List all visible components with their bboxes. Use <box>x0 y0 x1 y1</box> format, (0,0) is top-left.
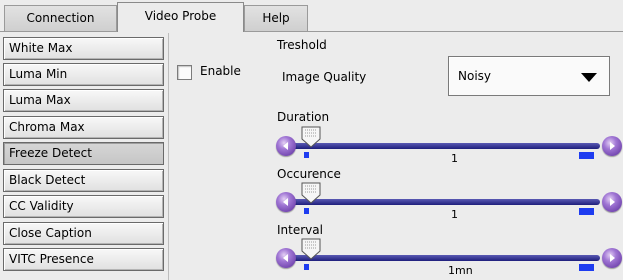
tab-divider <box>0 31 623 32</box>
interval-min-marker <box>304 264 309 270</box>
tab-video-probe[interactable]: Video Probe <box>117 2 244 32</box>
image-quality-value: Noisy <box>458 69 492 83</box>
arrow-left-icon[interactable] <box>276 192 296 212</box>
probe-list: White Max Luma Min Luma Max Chroma Max F… <box>0 33 169 280</box>
duration-track <box>288 143 600 149</box>
list-item-vitc-presence[interactable]: VITC Presence <box>3 248 164 271</box>
occurence-min-marker <box>304 208 309 214</box>
slider-thumb-icon[interactable] <box>300 126 322 148</box>
arrow-left-icon[interactable] <box>276 136 296 156</box>
list-item-black-detect[interactable]: Black Detect <box>3 169 164 192</box>
arrow-right-icon[interactable] <box>602 136 622 156</box>
interval-value: 1mn <box>448 264 473 277</box>
interval-max-marker <box>579 264 594 271</box>
occurence-label: Occurence <box>277 167 341 181</box>
occurence-track <box>288 199 600 205</box>
list-item-luma-max[interactable]: Luma Max <box>3 89 164 112</box>
slider-thumb-icon[interactable] <box>300 238 322 260</box>
occurence-max-marker <box>579 208 594 215</box>
image-quality-label: Image Quality <box>282 70 367 84</box>
enable-checkbox[interactable] <box>177 65 192 80</box>
tab-help[interactable]: Help <box>244 5 308 31</box>
triangle-down-icon <box>581 73 597 82</box>
arrow-right-icon[interactable] <box>602 192 622 212</box>
arrow-left-icon[interactable] <box>276 248 296 268</box>
list-item-cc-validity[interactable]: CC Validity <box>3 195 164 218</box>
occurence-value: 1 <box>451 208 458 221</box>
tab-bar: Connection Video Probe Help <box>0 0 623 32</box>
slider-thumb-icon[interactable] <box>300 182 322 204</box>
duration-min-marker <box>304 152 309 158</box>
list-item-white-max[interactable]: White Max <box>3 37 164 60</box>
interval-track <box>288 255 600 261</box>
threshold-heading: Treshold <box>277 38 327 52</box>
duration-label: Duration <box>277 110 330 124</box>
image-quality-dropdown[interactable]: Noisy <box>448 56 610 96</box>
list-item-chroma-max[interactable]: Chroma Max <box>3 116 164 139</box>
duration-max-marker <box>579 152 594 159</box>
tab-connection[interactable]: Connection <box>4 5 117 31</box>
arrow-right-icon[interactable] <box>602 248 622 268</box>
list-item-close-caption[interactable]: Close Caption <box>3 222 164 245</box>
enable-label: Enable <box>200 64 241 78</box>
duration-value: 1 <box>451 152 458 165</box>
list-item-freeze-detect[interactable]: Freeze Detect <box>3 142 164 165</box>
list-item-luma-min[interactable]: Luma Min <box>3 63 164 86</box>
interval-label: Interval <box>277 223 323 237</box>
